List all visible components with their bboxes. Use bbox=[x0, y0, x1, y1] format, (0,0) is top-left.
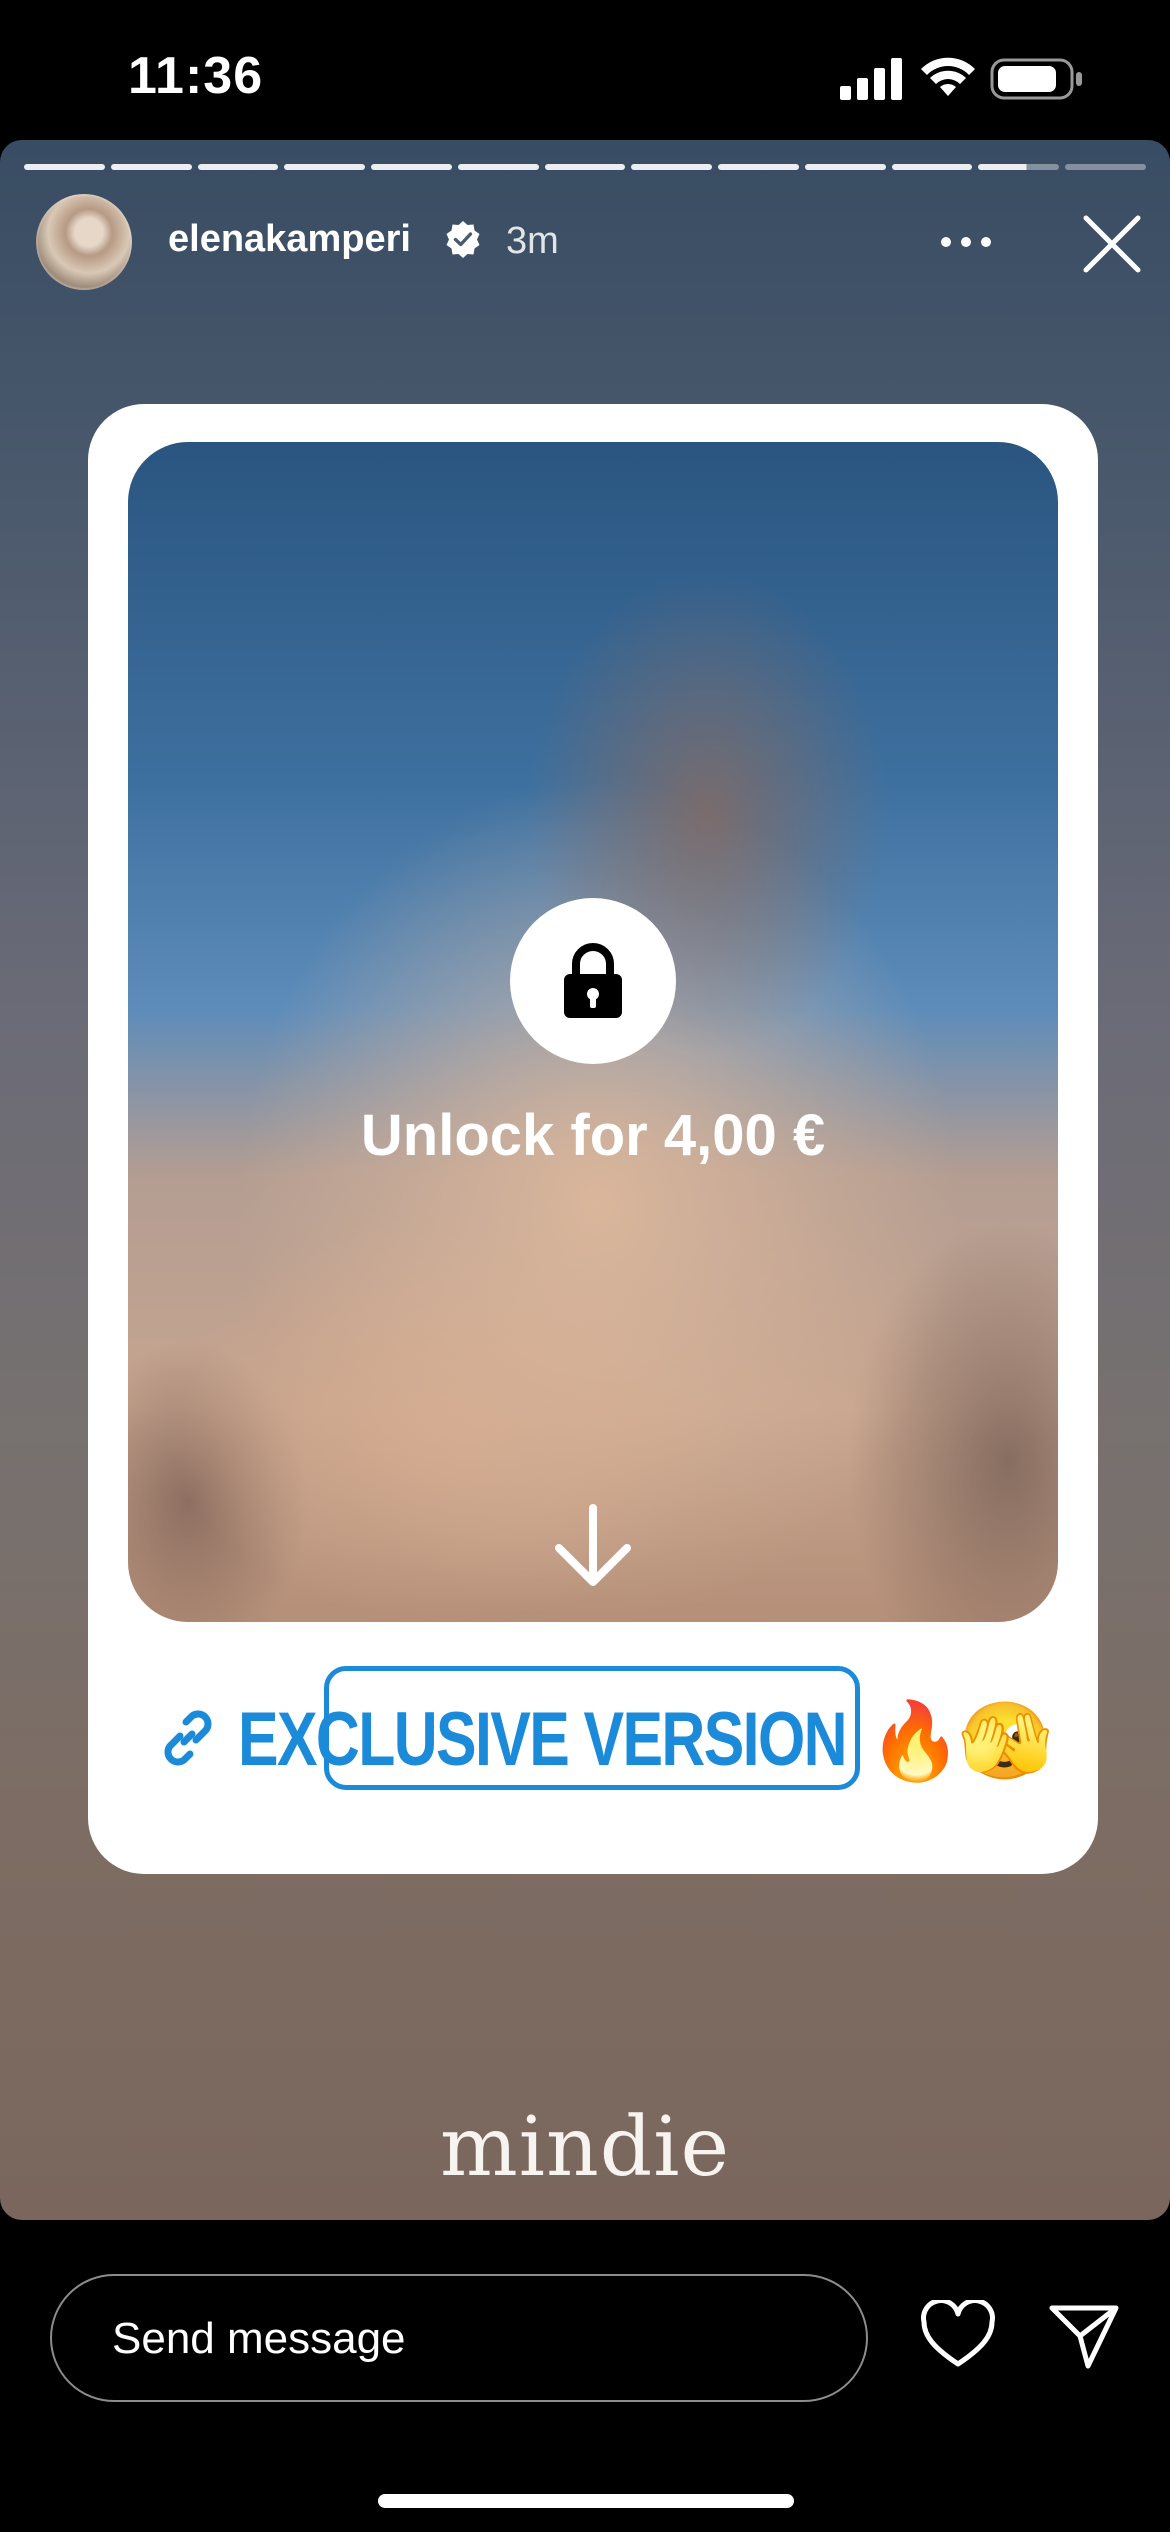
status-bar: 11:36 bbox=[0, 0, 1170, 140]
unlock-price-label[interactable]: Unlock for 4,00 € bbox=[128, 1102, 1058, 1169]
post-time: 3m bbox=[506, 220, 559, 262]
more-icon[interactable] bbox=[940, 236, 992, 248]
fire-emoji: 🔥 bbox=[868, 1696, 963, 1785]
story-progress-bar bbox=[24, 164, 1146, 170]
progress-segment bbox=[891, 164, 973, 170]
home-indicator bbox=[378, 2494, 794, 2508]
signal-icon bbox=[840, 58, 902, 100]
battery-icon bbox=[990, 58, 1082, 100]
link-icon bbox=[164, 1710, 212, 1766]
heart-icon[interactable] bbox=[920, 2300, 996, 2370]
progress-segment bbox=[544, 164, 626, 170]
peeking-face-emoji: 🫣 bbox=[958, 1696, 1053, 1785]
sticker-text: EXCLUSIVE VERSION bbox=[238, 1697, 848, 1782]
progress-segment bbox=[1065, 164, 1146, 170]
watermark-logo: mindie bbox=[439, 2100, 731, 2195]
lock-icon bbox=[564, 943, 622, 1018]
message-placeholder: Send message bbox=[112, 2314, 406, 2363]
avatar[interactable] bbox=[36, 194, 132, 290]
link-sticker[interactable]: EXCLUSIVE VERSION 🔥 🫣 bbox=[88, 1666, 1098, 1806]
progress-segment bbox=[718, 164, 799, 170]
blurred-preview-image[interactable]: Unlock for 4,00 € bbox=[128, 442, 1058, 1622]
progress-segment bbox=[284, 164, 366, 170]
verified-icon bbox=[446, 221, 480, 258]
progress-segment bbox=[371, 164, 452, 170]
close-icon[interactable] bbox=[1082, 214, 1142, 274]
locked-content-card: Unlock for 4,00 € EXCLUSIVE VERSION 🔥 🫣 bbox=[88, 404, 1098, 1874]
story-header: elenakamperi 3m bbox=[36, 194, 1142, 304]
progress-segment-current bbox=[978, 164, 1060, 170]
send-icon[interactable] bbox=[1048, 2300, 1120, 2372]
unlock-button[interactable] bbox=[510, 898, 676, 1064]
bottom-bar: Send message bbox=[0, 2220, 1170, 2532]
progress-segment bbox=[457, 164, 539, 170]
progress-segment bbox=[804, 164, 886, 170]
arrow-down-icon bbox=[555, 1504, 631, 1586]
progress-segment bbox=[631, 164, 713, 170]
story-viewer[interactable]: elenakamperi 3m Unlock for 4,00 € EXCLUS… bbox=[0, 140, 1170, 2220]
username[interactable]: elenakamperi bbox=[168, 218, 411, 261]
status-time: 11:36 bbox=[128, 47, 264, 105]
progress-segment bbox=[197, 164, 279, 170]
message-input[interactable]: Send message bbox=[50, 2274, 868, 2402]
progress-segment bbox=[24, 164, 105, 170]
wifi-icon bbox=[921, 57, 975, 96]
progress-segment bbox=[110, 164, 192, 170]
